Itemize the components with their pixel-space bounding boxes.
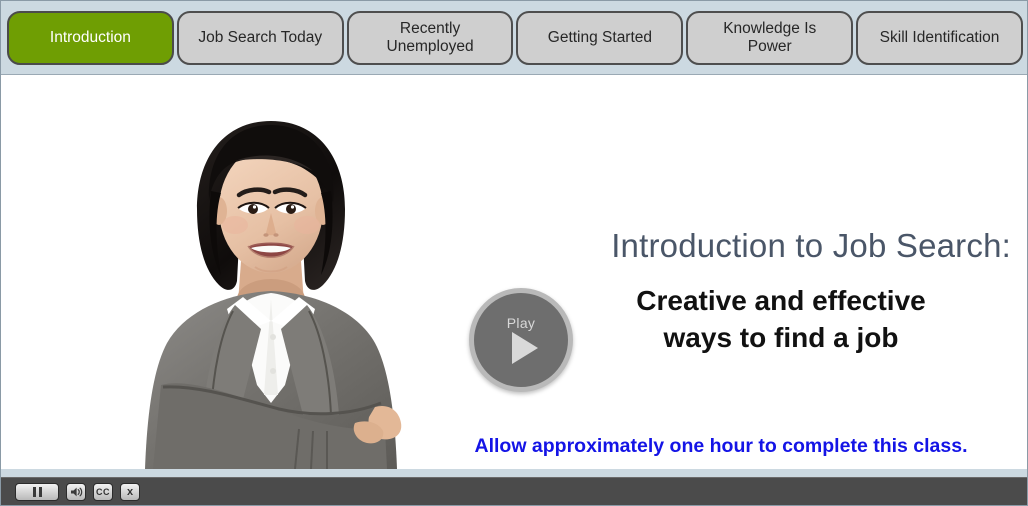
tab-label: Knowledge Is Power bbox=[723, 20, 817, 55]
tab-job-search-today[interactable]: Job Search Today bbox=[176, 10, 344, 65]
tab-introduction[interactable]: Introduction bbox=[7, 10, 174, 65]
tab-getting-started[interactable]: Getting Started bbox=[516, 10, 684, 65]
slide-subtitle: Creative and effective ways to find a jo… bbox=[636, 285, 926, 353]
presenter-photo bbox=[123, 85, 419, 469]
tab-label: Recently Unemployed bbox=[386, 20, 474, 55]
tab-label: Skill Identification bbox=[879, 28, 1000, 46]
tab-label: Introduction bbox=[49, 28, 131, 46]
tab-label: Job Search Today bbox=[198, 28, 323, 46]
module-tab-bar: Introduction Job Search Today Recently U… bbox=[1, 1, 1027, 75]
pause-button[interactable] bbox=[15, 482, 59, 501]
cc-label: CC bbox=[96, 486, 110, 497]
play-button-label: Play bbox=[506, 315, 536, 331]
volume-icon bbox=[70, 487, 82, 496]
close-button[interactable]: x bbox=[120, 482, 140, 501]
pause-icon bbox=[32, 486, 42, 497]
slide-bottom-strip bbox=[1, 469, 1027, 477]
player-toolbar: CC x bbox=[1, 477, 1027, 505]
play-button[interactable]: Play bbox=[469, 288, 573, 392]
tab-recently-unemployed[interactable]: Recently Unemployed bbox=[346, 10, 514, 65]
play-triangle-icon bbox=[511, 332, 538, 364]
close-icon: x bbox=[126, 485, 134, 498]
slide-duration-note: Allow approximately one hour to complete… bbox=[474, 435, 968, 457]
volume-button[interactable] bbox=[66, 482, 86, 501]
tab-label: Getting Started bbox=[547, 28, 653, 46]
slide-title: Introduction to Job Search: bbox=[611, 227, 1011, 264]
closed-captions-button[interactable]: CC bbox=[93, 482, 113, 501]
tab-skill-identification[interactable]: Skill Identification bbox=[856, 10, 1023, 65]
tab-knowledge-is-power[interactable]: Knowledge Is Power bbox=[686, 10, 854, 65]
slide-canvas: Play Introduction to Job Search: Creativ… bbox=[1, 75, 1027, 469]
course-player-frame: Introduction Job Search Today Recently U… bbox=[0, 0, 1028, 506]
